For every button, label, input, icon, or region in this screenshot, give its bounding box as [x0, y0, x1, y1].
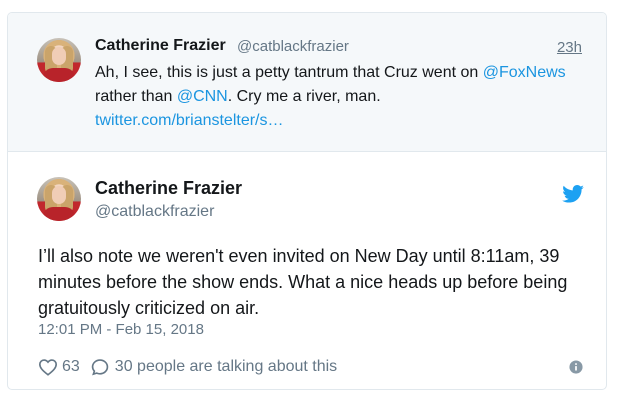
- quoted-author-name[interactable]: Catherine Frazier: [95, 37, 226, 55]
- author-name[interactable]: Catherine Frazier: [95, 178, 242, 199]
- like-count[interactable]: 63: [62, 358, 80, 376]
- quoted-tweet-text: Ah, I see, this is just a petty tantrum …: [95, 61, 595, 133]
- quoted-text-end: . Cry me a river, man.: [227, 88, 381, 105]
- author-avatar[interactable]: [37, 177, 81, 221]
- quoted-tweet[interactable]: Catherine Frazier @catblackfrazier 23h A…: [8, 13, 606, 152]
- mention-cnn[interactable]: @CNN: [177, 88, 228, 105]
- tweet-text: I’ll also note we weren't even invited o…: [38, 246, 568, 318]
- embedded-tweet-card: Catherine Frazier @catblackfrazier 23h A…: [7, 12, 607, 390]
- quoted-author-handle[interactable]: @catblackfrazier: [237, 38, 349, 55]
- heart-icon[interactable]: [38, 358, 58, 376]
- twitter-bird-icon[interactable]: [562, 185, 584, 203]
- author-handle[interactable]: @catblackfrazier: [95, 203, 214, 221]
- speech-bubble-icon[interactable]: [90, 358, 110, 377]
- talking-about-link[interactable]: 30 people are talking about this: [115, 358, 337, 376]
- tweet-actions: 63 30 people are talking about this: [38, 356, 337, 378]
- mention-foxnews[interactable]: @FoxNews: [483, 64, 566, 81]
- quoted-author-avatar[interactable]: [37, 38, 81, 82]
- quoted-tweet-link[interactable]: twitter.com/brianstelter/s…: [95, 112, 284, 129]
- tweet-timestamp[interactable]: 12:01 PM - Feb 15, 2018: [38, 321, 204, 338]
- info-icon[interactable]: [569, 360, 583, 374]
- quoted-text-mid: rather than: [95, 88, 177, 105]
- quoted-text-intro: Ah, I see, this is just a petty tantrum …: [95, 64, 483, 81]
- quoted-tweet-time[interactable]: 23h: [557, 39, 582, 56]
